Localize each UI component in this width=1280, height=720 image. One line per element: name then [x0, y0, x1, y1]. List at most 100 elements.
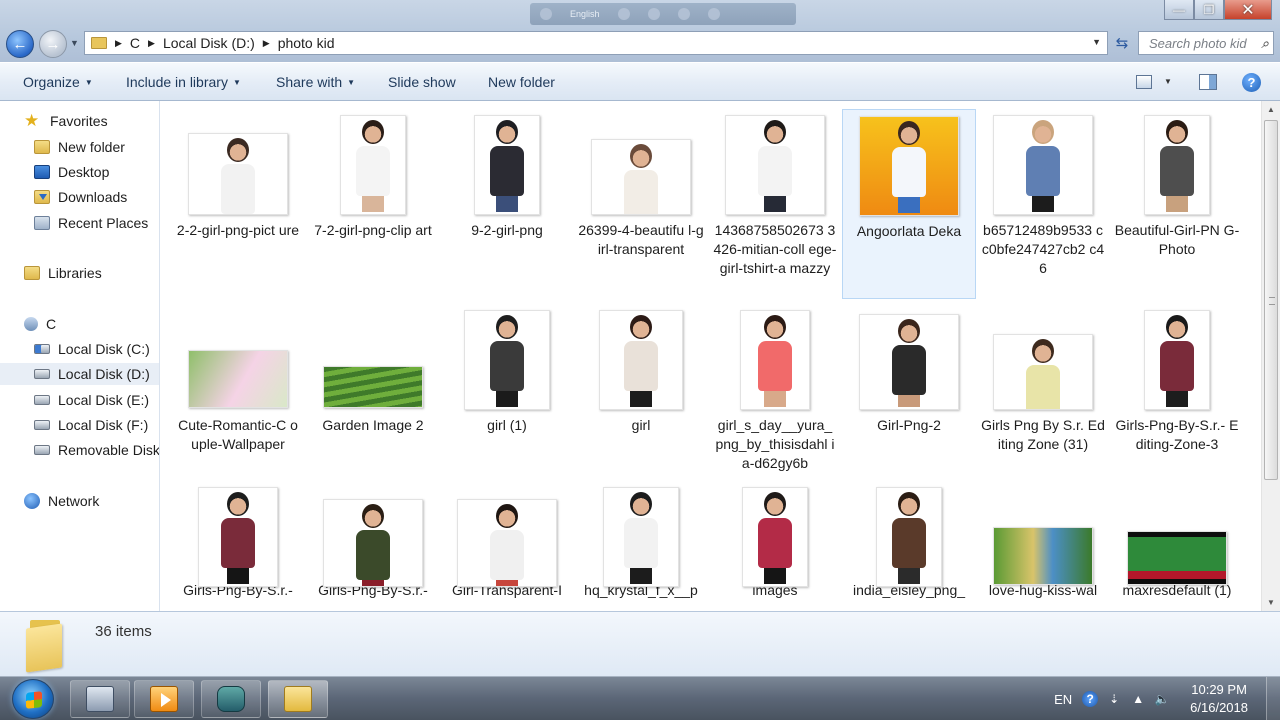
nav-downloads[interactable]: Downloads: [34, 186, 127, 208]
refresh-button[interactable]: ⇆: [1110, 31, 1134, 55]
file-name: Garden Image 2: [322, 417, 424, 433]
signal-icon[interactable]: ⇣: [1106, 691, 1122, 707]
file-item[interactable]: 7-2-girl-png-clip art: [306, 109, 440, 299]
nav-user[interactable]: C: [24, 313, 56, 335]
chevron-right-icon[interactable]: ▶: [148, 38, 155, 49]
search-input[interactable]: Search photo kid ⌕: [1138, 31, 1274, 55]
taskbar-explorer[interactable]: [268, 680, 328, 718]
person-figure: [758, 315, 792, 407]
file-item[interactable]: Girl-Transparent-I: [440, 481, 574, 611]
back-button[interactable]: ←: [6, 30, 34, 58]
file-item[interactable]: Girls-Png-By-S.r.- Editing-Zone-3: [1110, 304, 1244, 494]
person-figure: [221, 492, 255, 584]
address-bar[interactable]: ▶ C ▶ Local Disk (D:) ▶ photo kid ▼: [84, 31, 1108, 55]
file-item[interactable]: 26399-4-beautifu l-girl-transparent: [574, 109, 708, 299]
close-button[interactable]: ✕: [1224, 0, 1272, 20]
file-item[interactable]: Girls-Png-By-S.r.-: [306, 481, 440, 611]
downloads-icon: [34, 190, 50, 204]
breadcrumb-user[interactable]: C: [130, 35, 140, 51]
chevron-right-icon[interactable]: ▶: [263, 38, 270, 49]
slide-show-button[interactable]: Slide show: [388, 74, 456, 90]
new-folder-button[interactable]: New folder: [488, 74, 555, 90]
share-with-button[interactable]: Share with ▼: [276, 74, 355, 90]
start-button[interactable]: [12, 679, 54, 719]
file-thumbnail: [742, 487, 808, 587]
file-item[interactable]: girl (1): [440, 304, 574, 494]
scrollbar-thumb[interactable]: [1264, 120, 1278, 480]
system-tray: EN ? ⇣ ▲ 🔈 10:29 PM 6/16/2018: [1054, 677, 1280, 720]
show-hidden-icons[interactable]: ▲: [1130, 691, 1146, 707]
file-item[interactable]: Angoorlata Deka: [842, 109, 976, 299]
taskbar-media-player[interactable]: [134, 680, 194, 718]
nav-disk-e[interactable]: Local Disk (E:): [34, 389, 149, 411]
ime-settings-icon[interactable]: [647, 8, 660, 20]
file-item[interactable]: maxresdefault (1): [1110, 481, 1244, 611]
nav-desktop[interactable]: Desktop: [34, 161, 109, 183]
ime-icon[interactable]: [540, 8, 552, 20]
nav-network[interactable]: Network: [24, 490, 99, 512]
file-item[interactable]: india_eisley_png_: [842, 481, 976, 611]
help-tray-icon[interactable]: ?: [1082, 691, 1099, 707]
scroll-up-icon[interactable]: ▲: [1267, 105, 1275, 114]
clock[interactable]: 10:29 PM 6/16/2018: [1190, 681, 1248, 717]
show-desktop-button[interactable]: [1266, 677, 1280, 720]
file-item[interactable]: Beautiful-Girl-PN G-Photo: [1110, 109, 1244, 299]
scroll-down-icon[interactable]: ▼: [1267, 598, 1275, 607]
chevron-down-icon[interactable]: ▼: [1092, 37, 1101, 47]
person-figure: [892, 492, 926, 584]
forward-button[interactable]: →: [39, 30, 67, 58]
breadcrumb-disk[interactable]: Local Disk (D:): [163, 35, 255, 51]
file-thumbnail: [1144, 310, 1210, 410]
camera-icon: [217, 686, 245, 712]
taskbar-camera-app[interactable]: [201, 680, 261, 718]
file-item[interactable]: girl_s_day__yura_ png_by_thisisdahl ia-d…: [708, 304, 842, 494]
volume-icon[interactable]: 🔈: [1154, 691, 1170, 707]
chevron-right-icon[interactable]: ▶: [115, 38, 122, 49]
ime-help-icon[interactable]: [677, 8, 690, 20]
minimize-button[interactable]: —: [1164, 0, 1194, 20]
file-thumbnail: [993, 334, 1093, 410]
chevron-down-icon: ▼: [347, 78, 356, 87]
file-item[interactable]: hq_krystal_f_x__p: [574, 481, 708, 611]
taskbar-keyboard-app[interactable]: [70, 680, 130, 718]
view-options-dropdown[interactable]: ▼: [1164, 77, 1172, 86]
maximize-button[interactable]: ❐: [1194, 0, 1224, 20]
folder-icon: [34, 140, 50, 154]
nav-recent-places[interactable]: Recent Places: [34, 212, 148, 234]
file-item[interactable]: Girls Png By S.r. Editing Zone (31): [976, 304, 1110, 494]
file-item[interactable]: b65712489b9533 cc0bfe247427cb2 c46: [976, 109, 1110, 299]
file-item[interactable]: Girls-Png-By-S.r.-: [171, 481, 305, 611]
nav-disk-c[interactable]: Local Disk (C:): [34, 338, 150, 360]
breadcrumb-folder[interactable]: photo kid: [278, 35, 335, 51]
nav-libraries[interactable]: Libraries: [24, 262, 102, 284]
ime-info-icon[interactable]: [707, 8, 720, 20]
file-item[interactable]: 2-2-girl-png-pict ure: [171, 109, 305, 299]
file-item[interactable]: 14368758502673 3426-mitian-coll ege-girl…: [708, 109, 842, 299]
language-bar[interactable]: English: [530, 3, 796, 25]
nav-favorites[interactable]: ★ Favorites: [24, 110, 108, 132]
organize-button[interactable]: Organize ▼: [23, 74, 93, 90]
file-thumbnail: [1144, 115, 1210, 215]
file-item[interactable]: love-hug-kiss-wal: [976, 481, 1110, 611]
nav-disk-d[interactable]: Local Disk (D:): [0, 363, 159, 385]
nav-removable-disk[interactable]: Removable Disk: [34, 439, 159, 461]
preview-pane-icon[interactable]: [1199, 74, 1217, 90]
file-item[interactable]: Garden Image 2: [306, 304, 440, 494]
file-item[interactable]: Cute-Romantic-C ouple-Wallpaper: [171, 304, 305, 494]
change-view-icon[interactable]: [1136, 75, 1152, 89]
file-item[interactable]: girl: [574, 304, 708, 494]
search-icon[interactable]: ⌕: [1261, 35, 1269, 52]
vertical-scrollbar[interactable]: ▲ ▼: [1261, 101, 1280, 611]
input-language[interactable]: EN: [1054, 692, 1072, 707]
file-item[interactable]: Girl-Png-2: [842, 304, 976, 494]
file-item[interactable]: images: [708, 481, 842, 611]
nav-new-folder[interactable]: New folder: [34, 136, 125, 158]
recent-pages-dropdown[interactable]: ▼: [70, 38, 79, 48]
include-in-library-button[interactable]: Include in library ▼: [126, 74, 241, 90]
nav-disk-f[interactable]: Local Disk (F:): [34, 414, 148, 436]
ime-tool-icon[interactable]: [617, 8, 630, 20]
file-thumbnail: [859, 314, 959, 410]
file-item[interactable]: 9-2-girl-png: [440, 109, 574, 299]
file-list: 2-2-girl-png-pict ure 7-2-girl-png-clip a…: [161, 101, 1261, 611]
help-icon[interactable]: ?: [1242, 73, 1261, 92]
